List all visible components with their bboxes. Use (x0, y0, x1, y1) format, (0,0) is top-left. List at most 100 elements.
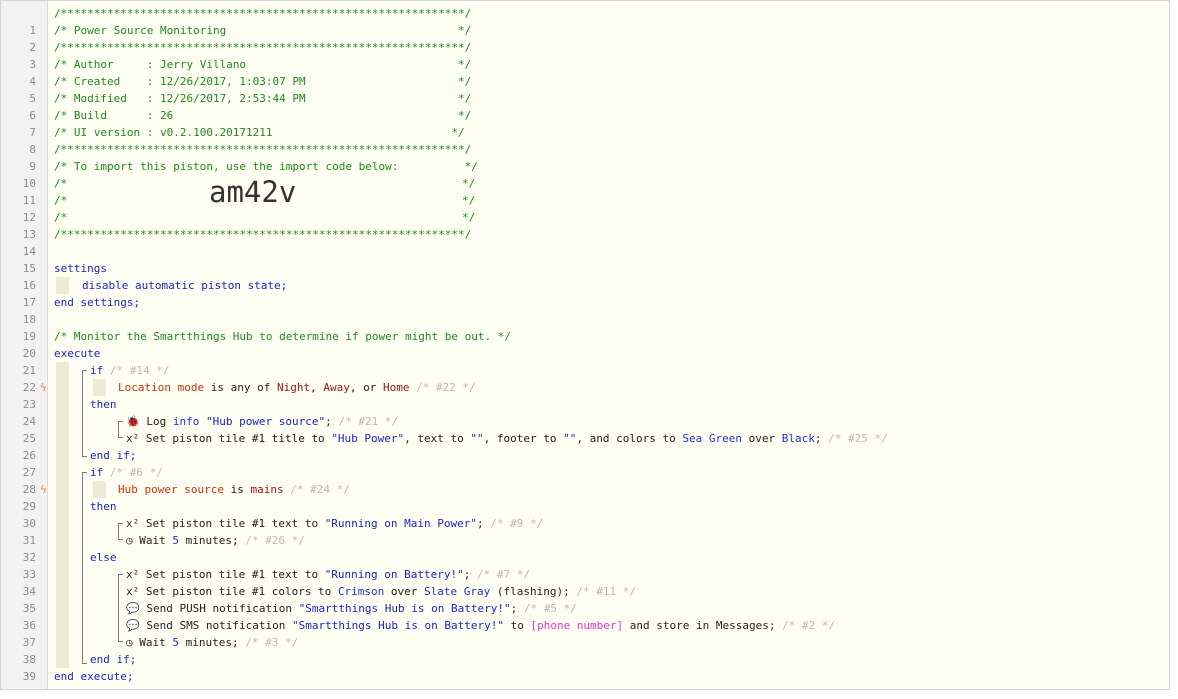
code-line: 33 else (1, 549, 1169, 581)
code-line: 17 disable automatic piston state; (1, 277, 1169, 309)
tile-footer: "" (563, 432, 577, 445)
code-line: 20 /* Monitor the Smartthings Hub to det… (1, 328, 1169, 360)
statement-id: /* #11 */ (576, 585, 636, 598)
condition-operator: is any of (210, 381, 271, 394)
header-stars: /***************************************… (54, 41, 472, 54)
log-level: info (172, 415, 200, 428)
statement-text: minutes; (185, 636, 239, 649)
code-line: 12 /* am42v */ (1, 178, 1169, 225)
end-if-keyword[interactable]: end if; (90, 447, 1169, 464)
statement-text: , footer to (483, 432, 557, 445)
comment-open: /* (54, 211, 68, 224)
comment-open: /* (54, 194, 68, 207)
code-line: 11 /* */ (1, 175, 1169, 207)
condition[interactable]: Hub power source is mains /* #24 */ (118, 481, 1169, 498)
header-author: /* Author : Jerry Villano */ (54, 58, 472, 71)
then-keyword[interactable]: then (90, 498, 1169, 515)
else-keyword[interactable]: else (90, 549, 1169, 566)
wait-value: 5 (172, 534, 179, 547)
wait-statement[interactable]: ◷ Wait 5 minutes; /* #3 */ (126, 634, 1169, 651)
statement-id: /* #22 */ (416, 381, 476, 394)
push-statement[interactable]: 💬 Send PUSH notification "Smartthings Hu… (126, 600, 1169, 617)
code-line: 38 ◷ Wait 5 minutes; /* #3 */ (1, 634, 1169, 666)
statement-text: Wait (139, 534, 166, 547)
statement-text: and store in Messages; (629, 619, 776, 632)
condition[interactable]: Location mode is any of Night, Away, or … (118, 379, 1169, 396)
then-keyword[interactable]: then (90, 396, 1169, 413)
settings-keyword[interactable]: settings (54, 260, 1169, 277)
code-line: 24 then (1, 396, 1169, 428)
tile-colors-statement[interactable]: x² Set piston tile #1 colors to Crimson … (126, 583, 1169, 600)
tile-statement[interactable]: x² Set piston tile #1 text to "Running o… (126, 566, 1169, 583)
statement-text: Send PUSH notification (146, 602, 293, 615)
if-statement[interactable]: if /* #14 */ (90, 362, 1169, 379)
code-line: 2 /* Power Source Monitoring */ (1, 22, 1169, 54)
tile-text: "Running on Battery!" (324, 568, 464, 581)
code-editor[interactable]: 1 /*************************************… (0, 0, 1170, 690)
import-code[interactable]: am42v (209, 178, 296, 207)
code-line: 26 x² Set piston tile #1 title to "Hub P… (1, 430, 1169, 462)
statement-text: (flashing); (496, 585, 570, 598)
code-line: 18 end settings; (1, 294, 1169, 326)
lightning-bolt-icon: ϟ (40, 381, 47, 394)
end-if-keyword[interactable]: end if; (90, 651, 1169, 668)
code-line: 10 /* To import this piston, use the imp… (1, 158, 1169, 190)
tile-text: "Running on Main Power" (324, 517, 478, 530)
chat-bubble-icon: 💬 (126, 602, 140, 615)
statement-id: /* #26 */ (245, 534, 305, 547)
header-stars: /***************************************… (54, 228, 472, 241)
code-line: 15 (1, 243, 1169, 275)
tile-bg-color: Slate Gray (424, 585, 491, 598)
tile-statement[interactable]: x² Set piston tile #1 title to "Hub Powe… (126, 430, 1169, 447)
code-line: 4 /* Author : Jerry Villano */ (1, 56, 1169, 88)
code-line: 3 /*************************************… (1, 39, 1169, 71)
code-line: 30 then (1, 498, 1169, 530)
header-modified: /* Modified : 12/26/2017, 2:53:44 PM */ (54, 92, 472, 105)
statement-id: /* #9 */ (490, 517, 544, 530)
header-stars: /***************************************… (54, 143, 472, 156)
wait-statement[interactable]: ◷ Wait 5 minutes; /* #26 */ (126, 532, 1169, 549)
tile-statement[interactable]: x² Set piston tile #1 text to "Running o… (126, 515, 1169, 532)
code-line: 8 /* UI version : v0.2.100.20171211 */ (1, 124, 1169, 156)
settings-statement[interactable]: disable automatic piston state; (82, 277, 1169, 294)
statement-id: /* #21 */ (338, 415, 399, 428)
condition-operator: is (230, 483, 244, 496)
code-line: 34 x² Set piston tile #1 text to "Runnin… (1, 566, 1169, 598)
code-line: 25 🐞 Log info "Hub power source"; /* #21… (1, 413, 1169, 445)
code-line: 21 execute (1, 345, 1169, 377)
monitor-comment[interactable]: /* Monitor the Smartthings Hub to determ… (54, 328, 1169, 345)
code-line: 36 💬 Send PUSH notification "Smartthings… (1, 600, 1169, 632)
tile-title: "Hub Power" (331, 432, 405, 445)
clock-icon: ◷ (126, 636, 133, 649)
condition-value: Home (382, 381, 410, 394)
execute-keyword[interactable]: execute (54, 345, 1169, 362)
end-settings-keyword[interactable]: end settings; (54, 294, 1169, 311)
if-statement[interactable]: if /* #6 */ (90, 464, 1169, 481)
clock-icon: ◷ (126, 534, 133, 547)
code-line: 29 ϟ Hub power source is mains /* #24 */ (1, 481, 1169, 513)
header-created: /* Created : 12/26/2017, 1:03:07 PM */ (54, 75, 472, 88)
sms-statement[interactable]: 💬 Send SMS notification "Smartthings Hub… (126, 617, 1169, 634)
statement-id: /* #7 */ (477, 568, 530, 581)
statement-text: over (748, 432, 776, 445)
condition-or: or (363, 381, 377, 394)
code-line: 37 💬 Send SMS notification "Smartthings … (1, 617, 1169, 649)
end-execute-keyword[interactable]: end execute; (54, 668, 1169, 685)
line-number: 40 (1, 685, 36, 689)
tile-fg-color: Crimson (337, 585, 385, 598)
comment-close: */ (462, 194, 476, 207)
header-build: /* Build : 26 */ (54, 109, 472, 122)
superscript-x-icon: x² (126, 568, 140, 581)
header-import-note: /* To import this piston, use the import… (54, 160, 478, 173)
comment-close: */ (462, 211, 476, 224)
code-line: 28 if /* #6 */ (1, 464, 1169, 496)
superscript-x-icon: x² (126, 432, 140, 445)
statement-text: to (510, 619, 524, 632)
condition-value: mains (250, 483, 284, 496)
statement-id: /* #5 */ (523, 602, 577, 615)
condition-value: Night (276, 381, 311, 394)
log-statement[interactable]: 🐞 Log info "Hub power source"; /* #21 */ (126, 413, 1169, 430)
statement-text: minutes; (185, 534, 239, 547)
tile-text: "" (470, 432, 484, 445)
code-line: 16 settings (1, 260, 1169, 292)
